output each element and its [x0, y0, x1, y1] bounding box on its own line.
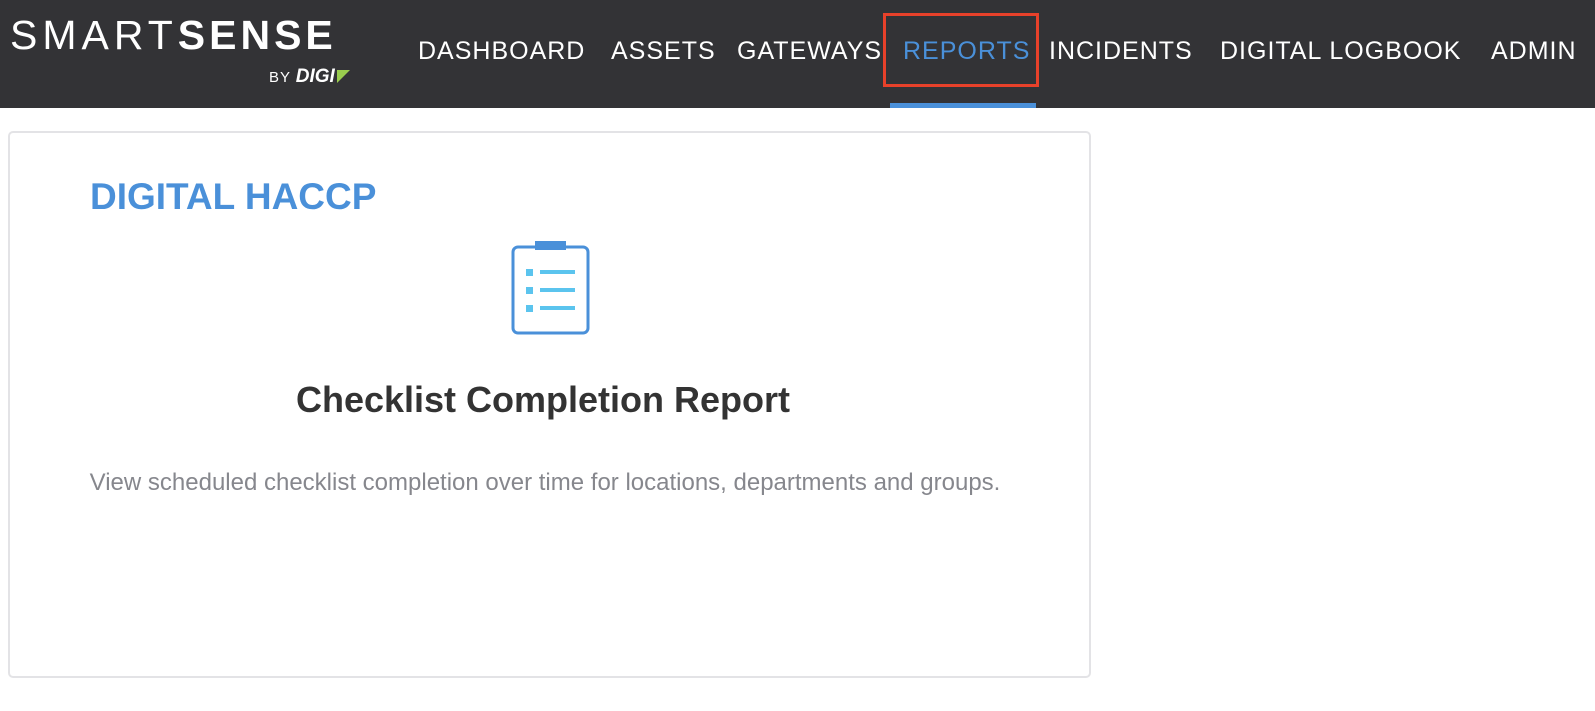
report-title[interactable]: Checklist Completion Report [10, 379, 1076, 421]
nav-item-digital-logbook[interactable]: DIGITAL LOGBOOK [1220, 33, 1461, 69]
reports-highlight-box [883, 13, 1039, 87]
nav-item-admin[interactable]: ADMIN [1491, 33, 1577, 69]
nav-item-incidents[interactable]: INCIDENTS [1049, 33, 1193, 69]
logo-by-digi: BY DIGI [269, 67, 350, 88]
logo-by-text: BY [269, 69, 292, 86]
report-description: View scheduled checklist completion over… [89, 469, 1001, 496]
clipboard-list-icon [511, 241, 590, 335]
digi-mark-icon [336, 70, 350, 83]
section-title: DIGITAL HACCP [90, 176, 377, 217]
nav-item-gateways[interactable]: GATEWAYS [737, 33, 882, 69]
nav-item-assets[interactable]: ASSETS [611, 33, 716, 69]
logo-sense-text: SENSE [177, 12, 337, 58]
active-tab-indicator [890, 103, 1036, 108]
logo-wordmark: SMARTSENSE [10, 12, 337, 58]
smartsense-logo[interactable]: SMARTSENSE BY DIGI [10, 12, 360, 92]
logo-digi-text: DIGI [295, 66, 335, 87]
nav-item-dashboard[interactable]: DASHBOARD [418, 33, 585, 69]
report-card[interactable]: DIGITAL HACCP Checklist Completion Repor… [8, 131, 1091, 678]
top-navigation-bar: SMARTSENSE BY DIGI DASHBOARD ASSETS GATE… [0, 0, 1595, 108]
logo-smart-text: SMART [10, 12, 178, 58]
